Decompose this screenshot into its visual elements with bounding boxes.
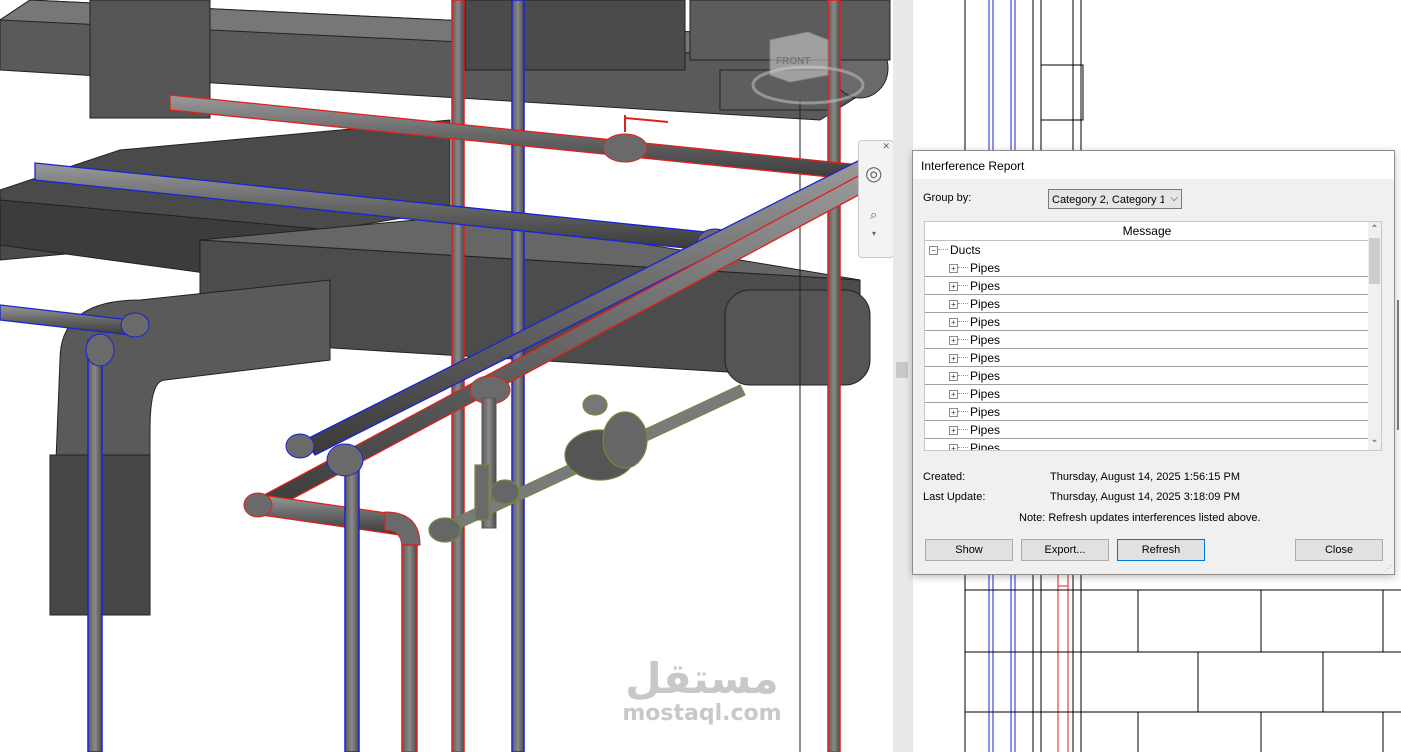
- expand-icon[interactable]: +: [949, 390, 958, 399]
- chevron-down-icon[interactable]: ⌵: [1170, 193, 1178, 204]
- tree-connector: [958, 375, 968, 376]
- dialog-title: Interference Report: [921, 159, 1025, 173]
- tree-node-pipes[interactable]: + Pipes: [925, 367, 1369, 385]
- tree-node-label: Pipes: [970, 297, 1001, 311]
- interference-tree[interactable]: Message − Ducts + Pipes + Pipes + Pipes + Pipes + P…: [924, 221, 1382, 451]
- 3d-view[interactable]: ✕ ◎ ⌕ ▾ FRONT مستقل mostaql.com: [0, 0, 893, 752]
- expand-icon[interactable]: +: [949, 318, 958, 327]
- expand-icon[interactable]: +: [949, 426, 958, 435]
- last-update-label: Last Update:: [923, 491, 986, 503]
- tree-connector: [958, 357, 968, 358]
- close-button[interactable]: Close: [1295, 539, 1383, 561]
- group-by-select[interactable]: Category 2, Category 1 ⌵: [1048, 189, 1182, 209]
- tree-connector: [958, 411, 968, 412]
- tree-node-label: Pipes: [970, 405, 1001, 419]
- created-label: Created:: [923, 471, 966, 483]
- tree-node-label: Pipes: [970, 441, 1001, 451]
- tree-node-label: Ducts: [950, 243, 981, 257]
- expand-icon[interactable]: +: [949, 444, 958, 450]
- tree-node-ducts[interactable]: − Ducts: [925, 241, 1369, 259]
- tree-node-pipes[interactable]: + Pipes: [925, 331, 1369, 349]
- expand-icon[interactable]: +: [949, 372, 958, 381]
- tree-node-pipes[interactable]: + Pipes: [925, 295, 1369, 313]
- tree-connector: [958, 285, 968, 286]
- tree-connector: [958, 429, 968, 430]
- tree-node-label: Pipes: [970, 315, 1001, 329]
- group-by-value: Category 2, Category 1: [1052, 194, 1164, 206]
- view-splitter[interactable]: [893, 0, 913, 752]
- tree-node-pipes[interactable]: + Pipes: [925, 259, 1369, 277]
- tree-node-pipes[interactable]: + Pipes: [925, 403, 1369, 421]
- resize-grip-icon[interactable]: ⋰: [1384, 564, 1392, 573]
- tree-connector: [958, 267, 968, 268]
- tree-connector: [938, 249, 948, 250]
- tree-node-pipes[interactable]: + Pipes: [925, 277, 1369, 295]
- interference-report-dialog: Interference Report Group by: Category 2…: [912, 150, 1395, 575]
- refresh-button[interactable]: Refresh: [1117, 539, 1205, 561]
- splitter-grip[interactable]: [896, 362, 908, 378]
- tree-node-label: Pipes: [970, 279, 1001, 293]
- column-header-message[interactable]: Message: [925, 222, 1369, 241]
- zoom-icon[interactable]: ⌕: [870, 207, 877, 223]
- expand-icon[interactable]: +: [949, 282, 958, 291]
- created-value: Thursday, August 14, 2025 1:56:15 PM: [1050, 471, 1240, 483]
- tree-node-pipes[interactable]: + Pipes: [925, 385, 1369, 403]
- tree-connector: [958, 447, 968, 448]
- scrollbar-thumb[interactable]: [1369, 238, 1380, 284]
- tree-node-pipes[interactable]: + Pipes: [925, 313, 1369, 331]
- tree-node-pipes[interactable]: + Pipes: [925, 439, 1369, 451]
- expand-icon[interactable]: +: [949, 336, 958, 345]
- refresh-note: Note: Refresh updates interferences list…: [1019, 512, 1261, 524]
- tree-node-label: Pipes: [970, 423, 1001, 437]
- expand-icon[interactable]: +: [949, 264, 958, 273]
- viewcube[interactable]: FRONT: [748, 30, 868, 110]
- tree-node-pipes[interactable]: + Pipes: [925, 421, 1369, 439]
- watermark-arabic: مستقل: [625, 654, 779, 703]
- tree-node-pipes[interactable]: + Pipes: [925, 349, 1369, 367]
- expand-icon[interactable]: +: [949, 408, 958, 417]
- tree-node-label: Pipes: [970, 261, 1001, 275]
- mep-model-drawing: [0, 0, 891, 752]
- tree-connector: [958, 303, 968, 304]
- tree-node-label: Pipes: [970, 387, 1001, 401]
- tree-scrollbar[interactable]: ⌃ ⌄: [1368, 222, 1381, 450]
- show-button[interactable]: Show: [925, 539, 1013, 561]
- watermark: مستقل mostaql.com: [612, 656, 792, 726]
- dialog-title-bar[interactable]: Interference Report: [913, 151, 1394, 179]
- export-button[interactable]: Export...: [1021, 539, 1109, 561]
- chevron-down-icon[interactable]: ▾: [872, 229, 876, 238]
- close-icon[interactable]: ✕: [882, 141, 890, 152]
- group-by-label: Group by:: [923, 192, 972, 204]
- expand-icon[interactable]: +: [949, 300, 958, 309]
- tree-node-label: Pipes: [970, 369, 1001, 383]
- full-navigation-wheel-icon[interactable]: ◎: [865, 161, 882, 186]
- tree-node-label: Pipes: [970, 351, 1001, 365]
- tree-connector: [958, 339, 968, 340]
- watermark-latin: mostaql.com: [622, 701, 782, 726]
- scroll-up-icon[interactable]: ⌃: [1368, 224, 1381, 235]
- viewcube-graphic: [751, 31, 865, 105]
- tree-connector: [958, 321, 968, 322]
- last-update-value: Thursday, August 14, 2025 3:18:09 PM: [1050, 491, 1240, 503]
- expand-icon[interactable]: +: [949, 354, 958, 363]
- navigation-bar[interactable]: ✕ ◎ ⌕ ▾: [858, 140, 893, 258]
- scroll-down-icon[interactable]: ⌄: [1368, 434, 1381, 445]
- viewcube-face-label: FRONT: [776, 56, 811, 67]
- tree-connector: [958, 393, 968, 394]
- collapse-icon[interactable]: −: [929, 246, 938, 255]
- tree-node-label: Pipes: [970, 333, 1001, 347]
